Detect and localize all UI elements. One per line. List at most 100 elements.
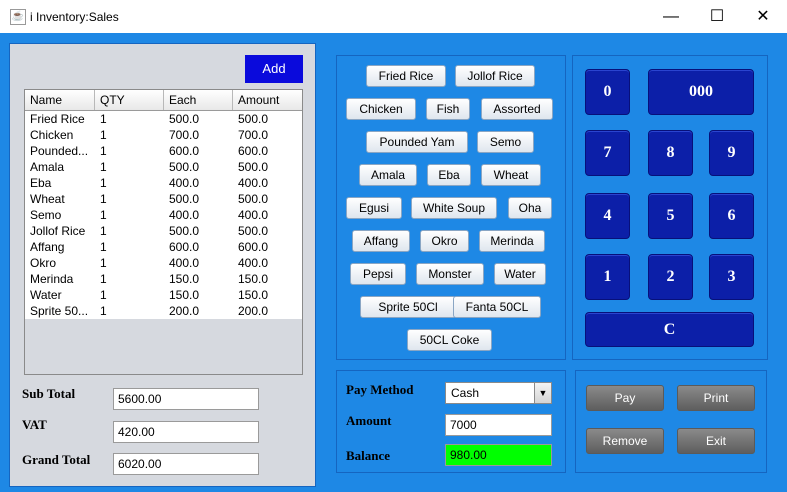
title-bar: ☕ i Inventory:Sales — ☐ ✕ bbox=[0, 0, 787, 34]
sub-total-field[interactable]: 5600.00 bbox=[113, 388, 259, 410]
food-button-jollof-rice[interactable]: Jollof Rice bbox=[455, 65, 535, 87]
food-button-sprite-50cl[interactable]: Sprite 50Cl bbox=[360, 296, 456, 318]
food-button-pepsi[interactable]: Pepsi bbox=[350, 263, 406, 285]
food-button-fanta-50cl[interactable]: Fanta 50CL bbox=[453, 296, 541, 318]
cell-amount: 400.0 bbox=[238, 256, 269, 270]
cell-each: 600.0 bbox=[169, 240, 200, 254]
keypad-button-7[interactable]: 7 bbox=[585, 130, 630, 176]
table-row[interactable]: Okro 1 400.0 400.0 bbox=[25, 255, 302, 271]
print-button[interactable]: Print bbox=[677, 385, 755, 411]
grand-total-field[interactable]: 6020.00 bbox=[113, 453, 259, 475]
table-row[interactable]: Wheat 1 500.0 500.0 bbox=[25, 191, 302, 207]
cell-amount: 500.0 bbox=[238, 192, 269, 206]
pay-button[interactable]: Pay bbox=[586, 385, 664, 411]
cell-each: 500.0 bbox=[169, 224, 200, 238]
table-row[interactable]: Sprite 50... 1 200.0 200.0 bbox=[25, 303, 302, 319]
food-button-okro[interactable]: Okro bbox=[420, 230, 469, 252]
minimize-button[interactable]: — bbox=[648, 0, 694, 33]
food-button-water[interactable]: Water bbox=[494, 263, 546, 285]
vat-label: VAT bbox=[22, 417, 47, 432]
food-button-pounded-yam[interactable]: Pounded Yam bbox=[366, 131, 468, 153]
pay-method-value: Cash bbox=[451, 386, 480, 400]
cell-name: Fried Rice bbox=[30, 112, 85, 126]
table-row[interactable]: Eba 1 400.0 400.0 bbox=[25, 175, 302, 191]
cell-amount: 600.0 bbox=[238, 144, 269, 158]
add-button[interactable]: Add bbox=[245, 55, 303, 83]
food-button-semo[interactable]: Semo bbox=[477, 131, 534, 153]
column-header-amount[interactable]: Amount bbox=[233, 90, 302, 110]
column-header-name[interactable]: Name bbox=[25, 90, 95, 110]
balance-label: Balance bbox=[346, 448, 391, 463]
keypad-button-5[interactable]: 5 bbox=[648, 193, 693, 239]
food-button-chicken[interactable]: Chicken bbox=[346, 98, 416, 120]
food-button-monster[interactable]: Monster bbox=[416, 263, 484, 285]
column-header-each[interactable]: Each bbox=[164, 90, 233, 110]
table-body: Fried Rice 1 500.0 500.0 Chicken 1 700.0 700.0 P… bbox=[25, 111, 302, 319]
cell-qty: 1 bbox=[100, 160, 107, 174]
pay-method-label: Pay Method bbox=[346, 382, 414, 397]
keypad-button-1[interactable]: 1 bbox=[585, 254, 630, 300]
order-table: Name QTY Each Amount Fried Rice 1 500.0 500… bbox=[24, 89, 303, 375]
chevron-down-icon[interactable]: ▼ bbox=[534, 383, 551, 403]
cell-each: 200.0 bbox=[169, 304, 200, 318]
food-button-oha[interactable]: Oha bbox=[508, 197, 552, 219]
food-button-fried-rice[interactable]: Fried Rice bbox=[366, 65, 446, 87]
cell-amount: 600.0 bbox=[238, 240, 269, 254]
table-row[interactable]: Merinda 1 150.0 150.0 bbox=[25, 271, 302, 287]
food-button-fish[interactable]: Fish bbox=[426, 98, 470, 120]
food-button-eba[interactable]: Eba bbox=[427, 164, 471, 186]
keypad-button-3[interactable]: 3 bbox=[709, 254, 754, 300]
food-button-merinda[interactable]: Merinda bbox=[479, 230, 545, 252]
cell-qty: 1 bbox=[100, 208, 107, 222]
cell-each: 700.0 bbox=[169, 128, 200, 142]
table-row[interactable]: Affang 1 600.0 600.0 bbox=[25, 239, 302, 255]
table-row[interactable]: Pounded... 1 600.0 600.0 bbox=[25, 143, 302, 159]
cell-name: Merinda bbox=[30, 272, 74, 286]
amount-label: Amount bbox=[346, 413, 392, 428]
keypad-button-000[interactable]: 000 bbox=[648, 69, 754, 115]
food-button-assorted[interactable]: Assorted bbox=[481, 98, 553, 120]
food-button-egusi[interactable]: Egusi bbox=[346, 197, 402, 219]
food-button-50cl-coke[interactable]: 50CL Coke bbox=[407, 329, 492, 351]
keypad-button-6[interactable]: 6 bbox=[709, 193, 754, 239]
cell-each: 500.0 bbox=[169, 160, 200, 174]
table-row[interactable]: Semo 1 400.0 400.0 bbox=[25, 207, 302, 223]
cell-amount: 150.0 bbox=[238, 288, 269, 302]
keypad-button-4[interactable]: 4 bbox=[585, 193, 630, 239]
cell-qty: 1 bbox=[100, 224, 107, 238]
cell-name: Pounded... bbox=[30, 144, 89, 158]
keypad-button-9[interactable]: 9 bbox=[709, 130, 754, 176]
table-row[interactable]: Jollof Rice 1 500.0 500.0 bbox=[25, 223, 302, 239]
food-button-amala[interactable]: Amala bbox=[359, 164, 417, 186]
cell-each: 500.0 bbox=[169, 192, 200, 206]
java-cup-icon: ☕ bbox=[10, 9, 26, 25]
table-row[interactable]: Chicken 1 700.0 700.0 bbox=[25, 127, 302, 143]
table-row[interactable]: Fried Rice 1 500.0 500.0 bbox=[25, 111, 302, 127]
amount-field[interactable]: 7000 bbox=[445, 414, 552, 436]
cell-each: 150.0 bbox=[169, 272, 200, 286]
cell-amount: 200.0 bbox=[238, 304, 269, 318]
remove-button[interactable]: Remove bbox=[586, 428, 664, 454]
vat-field[interactable]: 420.00 bbox=[113, 421, 259, 443]
keypad-button-0[interactable]: 0 bbox=[585, 69, 630, 115]
cell-name: Sprite 50... bbox=[30, 304, 89, 318]
cell-each: 400.0 bbox=[169, 208, 200, 222]
close-button[interactable]: ✕ bbox=[740, 0, 786, 33]
keypad-clear-button[interactable]: C bbox=[585, 312, 754, 347]
food-button-affang[interactable]: Affang bbox=[352, 230, 410, 252]
maximize-button[interactable]: ☐ bbox=[694, 0, 740, 33]
pay-method-select[interactable]: Cash ▼ bbox=[445, 382, 552, 404]
keypad-button-2[interactable]: 2 bbox=[648, 254, 693, 300]
exit-button[interactable]: Exit bbox=[677, 428, 755, 454]
keypad-button-8[interactable]: 8 bbox=[648, 130, 693, 176]
table-row[interactable]: Amala 1 500.0 500.0 bbox=[25, 159, 302, 175]
column-header-qty[interactable]: QTY bbox=[95, 90, 164, 110]
balance-field[interactable]: 980.00 bbox=[445, 444, 552, 466]
cell-qty: 1 bbox=[100, 288, 107, 302]
cell-qty: 1 bbox=[100, 256, 107, 270]
food-button-wheat[interactable]: Wheat bbox=[481, 164, 541, 186]
table-row[interactable]: Water 1 150.0 150.0 bbox=[25, 287, 302, 303]
food-button-white-soup[interactable]: White Soup bbox=[411, 197, 497, 219]
cell-qty: 1 bbox=[100, 112, 107, 126]
grand-total-label: Grand Total bbox=[22, 452, 91, 467]
